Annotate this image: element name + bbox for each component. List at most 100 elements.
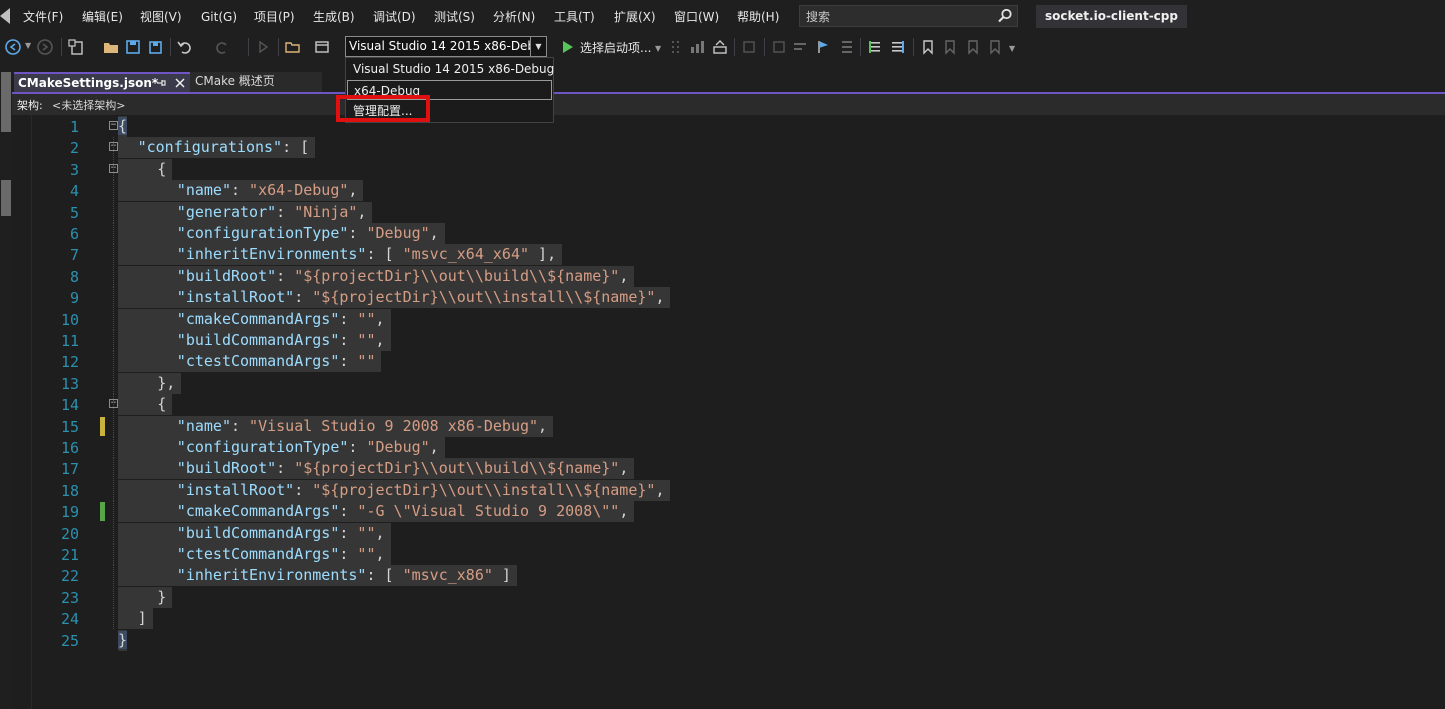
- code-text[interactable]: "generator": "Ninja",: [118, 201, 373, 223]
- comment-out-icon[interactable]: [866, 38, 884, 56]
- architecture-selector[interactable]: <未选择架构>: [52, 97, 125, 113]
- code-line[interactable]: 3−{: [12, 158, 1412, 180]
- next-bookmark-icon[interactable]: [964, 38, 982, 56]
- chevron-down-icon[interactable]: ▼: [25, 41, 31, 50]
- prev-bookmark-icon[interactable]: [941, 38, 959, 56]
- menu-edit[interactable]: 编辑(E): [82, 9, 123, 25]
- chevron-down-icon[interactable]: ▼: [655, 44, 661, 53]
- toolbox-side-tab[interactable]: [1, 180, 11, 216]
- configuration-combobox[interactable]: Visual Studio 14 2015 x86-Debug ▼: [345, 36, 547, 57]
- menu-tools[interactable]: 工具(T): [554, 9, 595, 25]
- code-line[interactable]: 6 "configurationType": "Debug",: [12, 223, 1412, 244]
- bookmark-icon[interactable]: [919, 38, 937, 56]
- open-folder-icon[interactable]: [102, 38, 120, 56]
- code-text[interactable]: {: [118, 158, 173, 180]
- code-line[interactable]: 21 "ctestCommandArgs": "",: [12, 544, 1412, 565]
- menu-extensions[interactable]: 扩展(X): [614, 9, 656, 25]
- code-line[interactable]: 23}: [12, 586, 1412, 608]
- code-text[interactable]: "installRoot": "${projectDir}\\out\\inst…: [118, 479, 671, 501]
- code-line[interactable]: 19 "cmakeCommandArgs": "-G \"Visual Studi…: [12, 501, 1412, 523]
- code-text[interactable]: }: [118, 586, 173, 608]
- performance-profiler-icon[interactable]: [688, 38, 706, 56]
- menu-project[interactable]: 项目(P): [254, 9, 295, 25]
- code-line[interactable]: 16 "configurationType": "Debug",: [12, 437, 1412, 458]
- code-line[interactable]: 2− "configurations": [: [12, 137, 1412, 159]
- code-line[interactable]: 25}: [12, 629, 1412, 651]
- code-text[interactable]: "buildRoot": "${projectDir}\\out\\build\…: [118, 458, 635, 480]
- breakpoint-flag-icon[interactable]: [815, 38, 833, 56]
- pin-icon[interactable]: [155, 77, 167, 89]
- fold-collapse-icon[interactable]: −: [109, 121, 118, 130]
- code-line[interactable]: 14−{: [12, 394, 1412, 416]
- save-all-icon[interactable]: [146, 38, 164, 56]
- code-text[interactable]: "inheritEnvironments": [ "msvc_x86" ]: [118, 565, 517, 587]
- window-layout-icon[interactable]: [313, 38, 331, 56]
- code-line[interactable]: 13},: [12, 372, 1412, 394]
- code-text[interactable]: "inheritEnvironments": [ "msvc_x64_x64" …: [118, 244, 563, 266]
- code-line[interactable]: 5 "generator": "Ninja",: [12, 201, 1412, 223]
- uncomment-icon[interactable]: [889, 38, 907, 56]
- search-box[interactable]: [799, 5, 1018, 27]
- code-text[interactable]: "configurationType": "Debug",: [118, 437, 445, 458]
- code-line[interactable]: 10 "cmakeCommandArgs": "",: [12, 308, 1412, 330]
- visual-studio-logo-icon[interactable]: [0, 8, 10, 24]
- menu-debug[interactable]: 调试(D): [373, 9, 416, 25]
- format-icon[interactable]: [791, 38, 809, 56]
- code-line[interactable]: 18 "installRoot": "${projectDir}\\out\\in…: [12, 479, 1412, 501]
- config-option-vs2015-x86-debug[interactable]: Visual Studio 14 2015 x86-Debug: [347, 59, 554, 79]
- code-line[interactable]: 7 "inheritEnvironments": [ "msvc_x64_x64"…: [12, 244, 1412, 266]
- menu-test[interactable]: 测试(S): [434, 9, 475, 25]
- code-line[interactable]: 22 "inheritEnvironments": [ "msvc_x86" ]: [12, 565, 1412, 587]
- tab-cmake-overview[interactable]: CMake 概述页: [190, 72, 322, 92]
- code-line[interactable]: 17 "buildRoot": "${projectDir}\\out\\buil…: [12, 458, 1412, 480]
- code-line[interactable]: 1 −{: [12, 116, 1412, 137]
- navigate-back-icon[interactable]: [4, 38, 22, 56]
- code-line[interactable]: 8 "buildRoot": "${projectDir}\\out\\build…: [12, 265, 1412, 287]
- step-icon[interactable]: [770, 38, 788, 56]
- code-text[interactable]: "name": "x64-Debug",: [118, 180, 364, 202]
- code-line[interactable]: 11 "buildCommandArgs": "",: [12, 330, 1412, 351]
- list-icon[interactable]: [838, 38, 856, 56]
- clear-bookmarks-icon[interactable]: [986, 38, 1004, 56]
- code-text[interactable]: "name": "Visual Studio 9 2008 x86-Debug"…: [118, 415, 554, 437]
- code-text[interactable]: "buildRoot": "${projectDir}\\out\\build\…: [118, 265, 635, 287]
- tab-cmakesettings-json[interactable]: CMakeSettings.json*: [14, 72, 192, 92]
- solution-name-badge[interactable]: socket.io-client-cpp: [1036, 5, 1187, 28]
- menu-analyze[interactable]: 分析(N): [493, 9, 535, 25]
- code-text[interactable]: {: [118, 116, 128, 137]
- code-text[interactable]: "ctestCommandArgs": "",: [118, 544, 391, 565]
- new-item-icon[interactable]: [67, 38, 85, 56]
- menu-git[interactable]: Git(G): [201, 9, 237, 25]
- code-text[interactable]: "cmakeCommandArgs": "-G \"Visual Studio …: [118, 501, 635, 523]
- menu-window[interactable]: 窗口(W): [674, 9, 719, 25]
- code-editor[interactable]: 1−{2− "configurations": [3−{4 "name": "x64…: [12, 115, 1445, 709]
- diagnostics-icon[interactable]: [711, 38, 729, 56]
- code-text[interactable]: "ctestCommandArgs": "": [118, 351, 382, 373]
- solution-explorer-side-tab[interactable]: [1, 72, 11, 132]
- code-line[interactable]: 20 "buildCommandArgs": "",: [12, 522, 1412, 544]
- attach-icon[interactable]: [740, 38, 758, 56]
- code-line[interactable]: 12 "ctestCommandArgs": "": [12, 351, 1412, 373]
- code-line[interactable]: 4 "name": "x64-Debug",: [12, 180, 1412, 202]
- code-text[interactable]: "buildCommandArgs": "",: [118, 522, 391, 544]
- toolbar-overflow-icon[interactable]: ▼: [1009, 44, 1015, 53]
- undo-icon[interactable]: [176, 38, 194, 56]
- browse-folder-icon[interactable]: [284, 38, 302, 56]
- run-icon[interactable]: [254, 38, 272, 56]
- save-icon[interactable]: [124, 38, 142, 56]
- code-text[interactable]: "configurations": [: [118, 137, 316, 159]
- code-line[interactable]: 24]: [12, 608, 1412, 630]
- code-text[interactable]: "cmakeCommandArgs": "",: [118, 308, 391, 330]
- code-text[interactable]: {: [118, 394, 173, 416]
- code-line[interactable]: 15 "name": "Visual Studio 9 2008 x86-Debu…: [12, 415, 1412, 437]
- chevron-down-icon[interactable]: ▼: [530, 37, 546, 56]
- navigate-forward-icon[interactable]: [36, 38, 54, 56]
- code-text[interactable]: "installRoot": "${projectDir}\\out\\inst…: [118, 287, 671, 309]
- search-input[interactable]: [804, 8, 988, 26]
- code-text[interactable]: "buildCommandArgs": "",: [118, 330, 391, 351]
- code-text[interactable]: "configurationType": "Debug",: [118, 223, 445, 244]
- menu-help[interactable]: 帮助(H): [737, 9, 779, 25]
- code-text[interactable]: }: [118, 629, 128, 651]
- code-line[interactable]: 9 "installRoot": "${projectDir}\\out\\ins…: [12, 287, 1412, 309]
- menu-build[interactable]: 生成(B): [313, 9, 355, 25]
